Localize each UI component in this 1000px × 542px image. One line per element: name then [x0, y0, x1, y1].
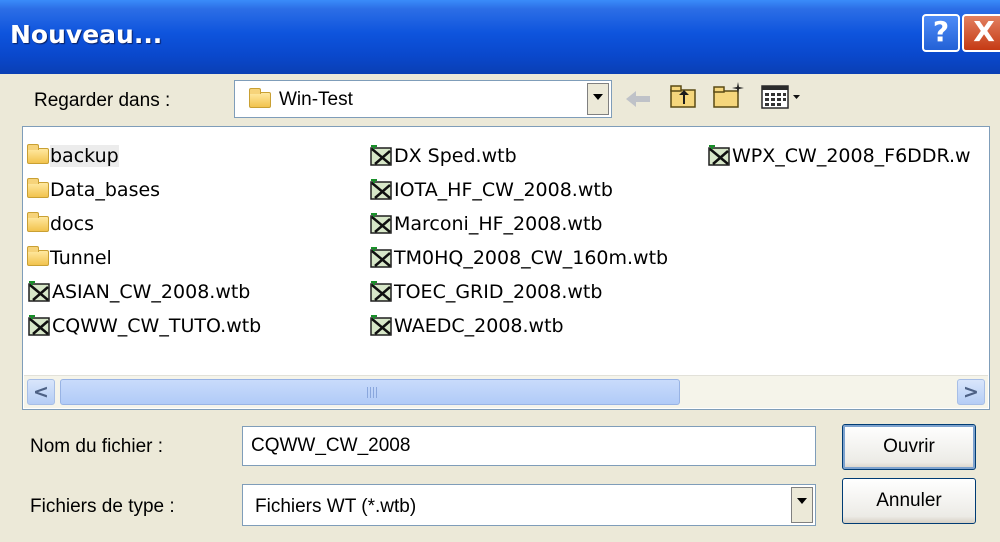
file-column: DX Sped.wtb IOTA_HF_CW_2008.wtb Marconi_HF…	[369, 139, 668, 343]
look-in-value: Win-Test	[279, 89, 353, 110]
file-name: WPX_CW_2008_F6DDR.w	[732, 145, 971, 167]
file-name: TM0HQ_2008_CW_160m.wtb	[394, 247, 669, 269]
wintest-file-icon	[369, 279, 393, 303]
filetype-label: Fichiers de type :	[30, 496, 175, 517]
scroll-left-button[interactable]: <	[27, 379, 55, 405]
filename-label: Nom du fichier :	[30, 436, 164, 457]
chevron-down-icon[interactable]	[587, 83, 609, 115]
file-list[interactable]: backup Data_basesdocs Tunnel ASIAN_CW_2008.…	[22, 126, 990, 410]
file-item[interactable]: ASIAN_CW_2008.wtb	[27, 275, 261, 309]
file-name: IOTA_HF_CW_2008.wtb	[394, 179, 613, 201]
wintest-file-icon	[369, 313, 393, 337]
file-item[interactable]: TM0HQ_2008_CW_160m.wtb	[369, 241, 668, 275]
wintest-file-icon	[27, 279, 51, 303]
folder-icon	[27, 144, 49, 164]
file-item[interactable]: IOTA_HF_CW_2008.wtb	[369, 173, 668, 207]
wintest-file-icon	[369, 143, 393, 167]
filetype-value: Fichiers WT (*.wtb)	[255, 496, 417, 517]
file-item[interactable]: CQWW_CW_TUTO.wtb	[27, 309, 261, 343]
file-name: ASIAN_CW_2008.wtb	[52, 281, 251, 303]
new-folder-icon[interactable]	[712, 80, 746, 110]
file-name: CQWW_CW_TUTO.wtb	[52, 315, 262, 337]
wintest-file-icon	[369, 245, 393, 269]
file-item[interactable]: WPX_CW_2008_F6DDR.w	[707, 139, 971, 173]
folder-icon	[27, 246, 49, 266]
horizontal-scrollbar[interactable]: < >	[24, 375, 988, 408]
file-item[interactable]: Data_bases	[27, 173, 261, 207]
wintest-file-icon	[369, 211, 393, 235]
file-name: Marconi_HF_2008.wtb	[394, 213, 603, 235]
file-name: WAEDC_2008.wtb	[394, 315, 564, 337]
file-column: backup Data_basesdocs Tunnel ASIAN_CW_2008.…	[27, 139, 261, 343]
file-item[interactable]: TOEC_GRID_2008.wtb	[369, 275, 668, 309]
folder-icon	[249, 88, 271, 108]
look-in-select[interactable]: Win-Test	[234, 80, 612, 118]
up-folder-icon[interactable]	[668, 82, 698, 110]
folder-icon	[27, 178, 49, 198]
help-button[interactable]: ?	[922, 14, 960, 52]
chevron-down-icon[interactable]	[791, 487, 813, 523]
scroll-right-button[interactable]: >	[957, 379, 985, 405]
wintest-file-icon	[707, 143, 731, 167]
file-item[interactable]: WAEDC_2008.wtb	[369, 309, 668, 343]
file-item[interactable]: Tunnel	[27, 241, 261, 275]
file-name: TOEC_GRID_2008.wtb	[394, 281, 603, 303]
view-menu-icon[interactable]	[760, 84, 802, 110]
filename-input[interactable]: CQWW_CW_2008	[242, 426, 816, 466]
look-in-label: Regarder dans :	[34, 90, 171, 111]
file-item[interactable]: docs	[27, 207, 261, 241]
cancel-button[interactable]: Annuler	[842, 478, 976, 524]
file-column: WPX_CW_2008_F6DDR.w	[707, 139, 971, 173]
file-name: Data_bases	[50, 179, 161, 201]
back-arrow-icon[interactable]	[624, 88, 652, 110]
file-name: DX Sped.wtb	[394, 145, 517, 167]
file-name: docs	[50, 213, 95, 235]
close-button[interactable]: X	[962, 14, 1000, 52]
title-bar: Nouveau... ? X	[0, 0, 1000, 74]
grip-icon	[367, 387, 377, 398]
filetype-select[interactable]: Fichiers WT (*.wtb)	[242, 484, 816, 526]
folder-icon	[27, 212, 49, 232]
file-name: Tunnel	[50, 247, 112, 269]
file-name: backup	[50, 145, 119, 167]
scroll-thumb[interactable]	[60, 379, 680, 405]
wintest-file-icon	[369, 177, 393, 201]
window-title: Nouveau...	[10, 20, 163, 49]
file-item[interactable]: DX Sped.wtb	[369, 139, 668, 173]
open-button[interactable]: Ouvrir	[842, 424, 976, 470]
file-item[interactable]: Marconi_HF_2008.wtb	[369, 207, 668, 241]
file-item[interactable]: backup	[27, 139, 261, 173]
wintest-file-icon	[27, 313, 51, 337]
